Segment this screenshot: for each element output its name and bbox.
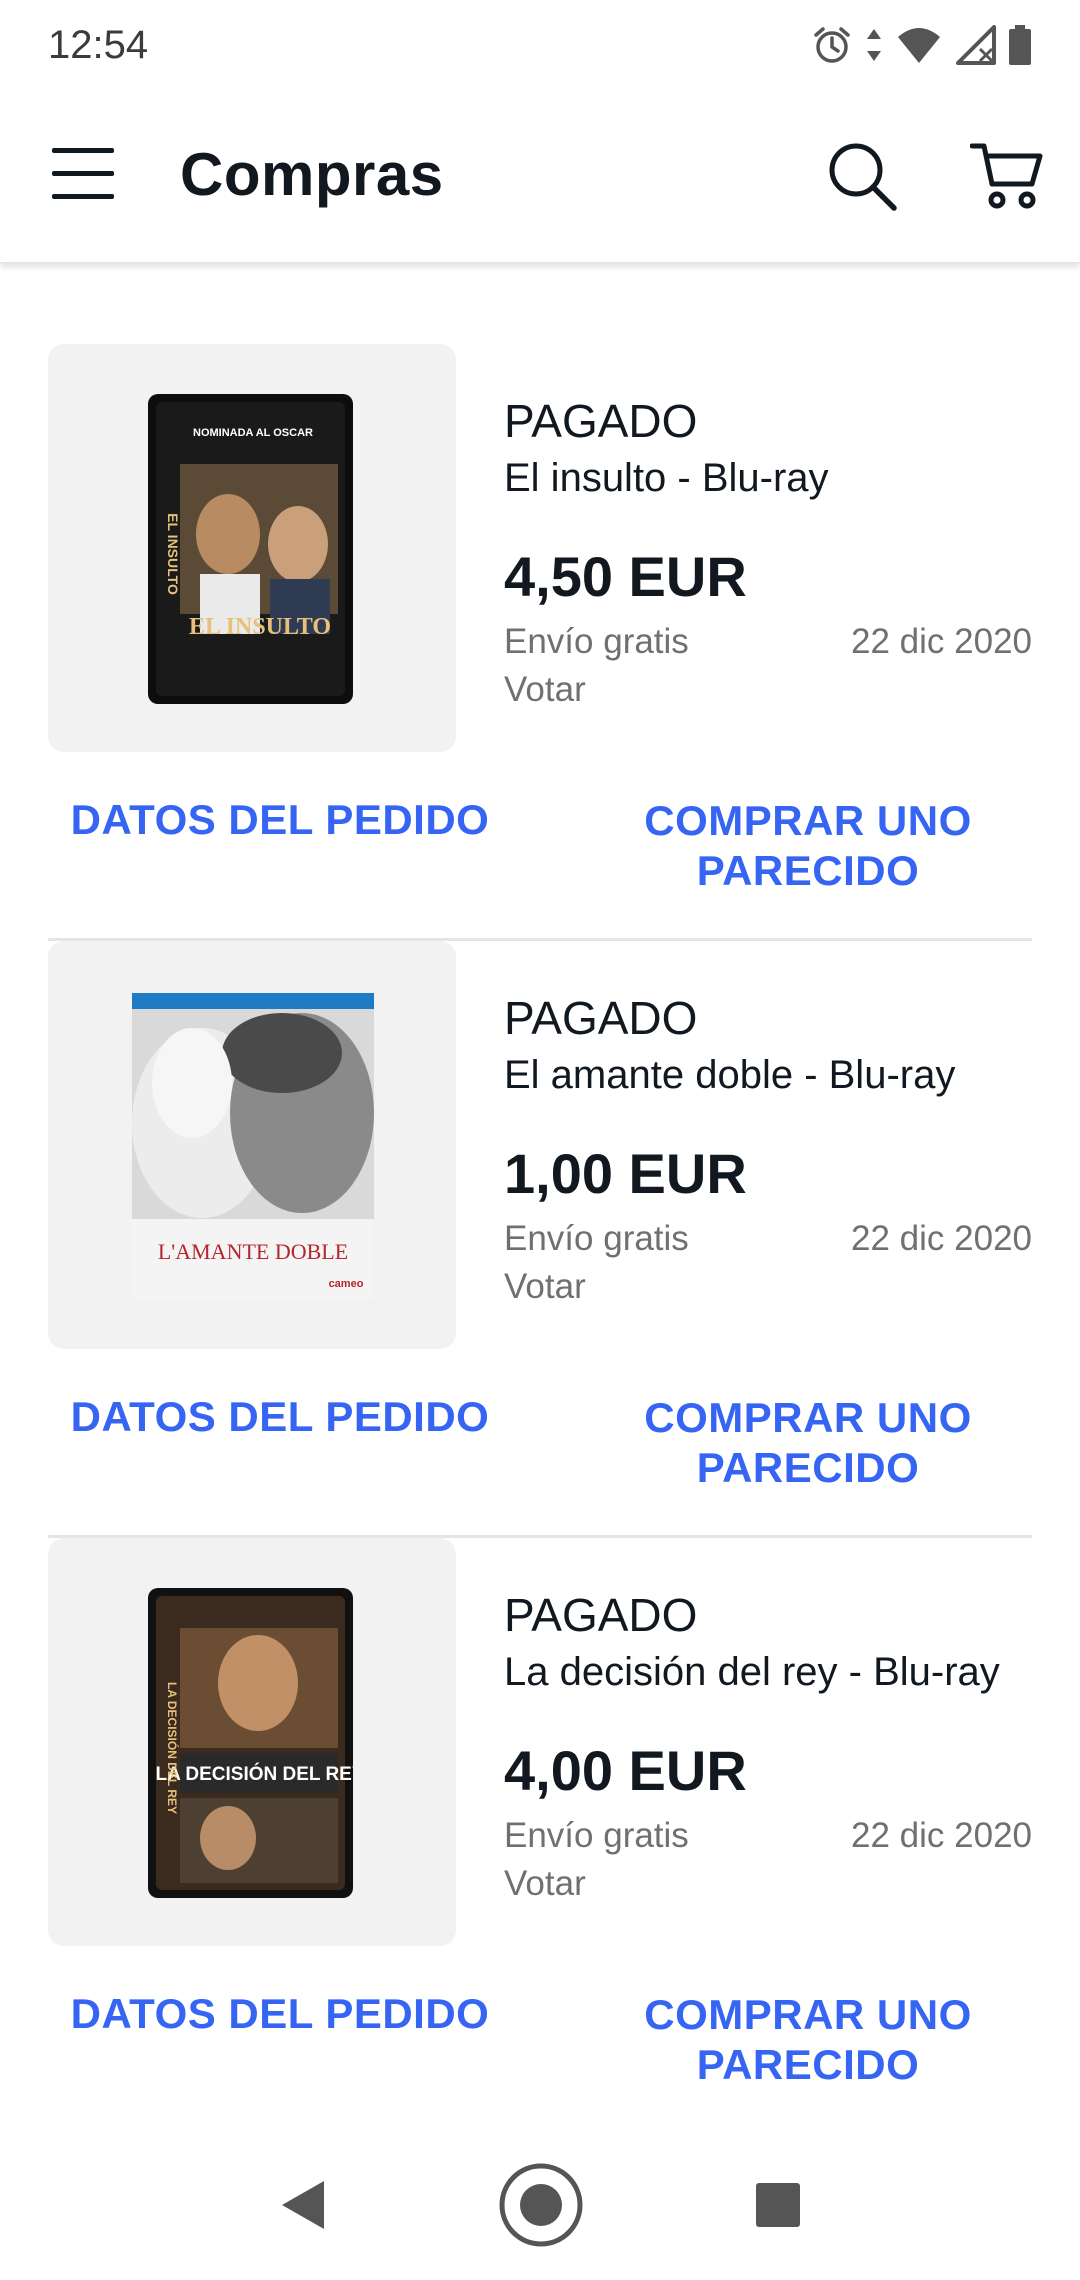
status-bar: 12:54 (0, 0, 1080, 90)
order-status: PAGADO (504, 1589, 698, 1641)
order-status: PAGADO (504, 992, 698, 1044)
order-details-button[interactable]: DATOS DEL PEDIDO (48, 796, 512, 844)
vote-link[interactable]: Votar (504, 1864, 586, 1904)
menu-button[interactable] (52, 146, 114, 202)
wifi-icon (898, 28, 940, 63)
order-card: L'AMANTE DOBLE cameo PAGADO El amante do… (0, 941, 1080, 1538)
order-card: LA DECISIÓN DEL REY LA DECISIÓN DEL REY … (0, 1538, 1080, 2135)
cover-el-amante-doble: L'AMANTE DOBLE cameo (132, 993, 374, 1299)
battery-icon (1009, 25, 1031, 65)
status-time: 12:54 (48, 22, 149, 67)
search-button[interactable] (826, 140, 898, 212)
cover-la-decision-del-rey: LA DECISIÓN DEL REY LA DECISIÓN DEL REY (148, 1588, 353, 1898)
shipping-info: Envío gratis (504, 622, 689, 661)
item-title[interactable]: El amante doble - Blu-ray (504, 1053, 955, 1098)
item-price: 4,50 EUR (504, 545, 747, 608)
cover-title-text: LA DECISIÓN DEL REY (155, 1763, 353, 1785)
page-title: Compras (180, 141, 444, 208)
menu-icon (52, 148, 114, 199)
cover-side-text: EL INSULTO (165, 513, 181, 595)
product-thumbnail[interactable]: NOMINADA AL OSCAR EL INSULTO EL INSULTO (48, 344, 456, 752)
product-thumbnail[interactable]: L'AMANTE DOBLE cameo (48, 941, 456, 1349)
order-date: 22 dic 2020 (851, 1219, 1032, 1258)
navigation-bar (0, 2130, 1080, 2280)
order-date: 22 dic 2020 (851, 622, 1032, 661)
order-card: NOMINADA AL OSCAR EL INSULTO EL INSULTO … (0, 344, 1080, 941)
item-price: 4,00 EUR (504, 1739, 747, 1802)
cover-title-text: EL INSULTO (189, 614, 331, 640)
shipping-info: Envío gratis (504, 1219, 689, 1258)
recents-icon[interactable] (754, 2181, 802, 2229)
order-details-button[interactable]: DATOS DEL PEDIDO (48, 1990, 512, 2038)
data-arrows-icon (867, 29, 881, 61)
order-status: PAGADO (504, 395, 698, 447)
buy-similar-button[interactable]: COMPRAR UNO PARECIDO (600, 1393, 1016, 1493)
product-thumbnail[interactable]: LA DECISIÓN DEL REY LA DECISIÓN DEL REY (48, 1538, 456, 1946)
item-title[interactable]: La decisión del rey - Blu-ray (504, 1650, 1000, 1695)
cover-el-insulto: NOMINADA AL OSCAR EL INSULTO EL INSULTO (148, 394, 353, 704)
vote-link[interactable]: Votar (504, 1267, 586, 1307)
order-details-button[interactable]: DATOS DEL PEDIDO (48, 1393, 512, 1441)
item-price: 1,00 EUR (504, 1142, 747, 1205)
buy-similar-button[interactable]: COMPRAR UNO PARECIDO (600, 796, 1016, 896)
order-date: 22 dic 2020 (851, 1816, 1032, 1855)
status-icons (812, 24, 1032, 66)
search-icon (829, 143, 897, 211)
cover-title-text: L'AMANTE DOBLE (158, 1239, 348, 1264)
shipping-info: Envío gratis (504, 1816, 689, 1855)
signal-icon (956, 25, 996, 65)
vote-link[interactable]: Votar (504, 670, 586, 710)
back-icon[interactable] (278, 2177, 328, 2233)
cover-brand-text: cameo (329, 1278, 364, 1290)
alarm-icon (814, 27, 850, 63)
cover-top-text: NOMINADA AL OSCAR (193, 427, 313, 439)
cart-icon (969, 143, 1043, 209)
app-bar: Compras (0, 90, 1080, 263)
buy-similar-button[interactable]: COMPRAR UNO PARECIDO (600, 1990, 1016, 2090)
home-icon[interactable] (498, 2162, 584, 2248)
screen: 12:54 Compras NOMINADA AL OSCAR EL INSUL… (0, 0, 1080, 2280)
cart-button[interactable] (969, 140, 1044, 212)
cover-side-text: LA DECISIÓN DEL REY (165, 1682, 180, 1814)
item-title[interactable]: El insulto - Blu-ray (504, 456, 829, 501)
